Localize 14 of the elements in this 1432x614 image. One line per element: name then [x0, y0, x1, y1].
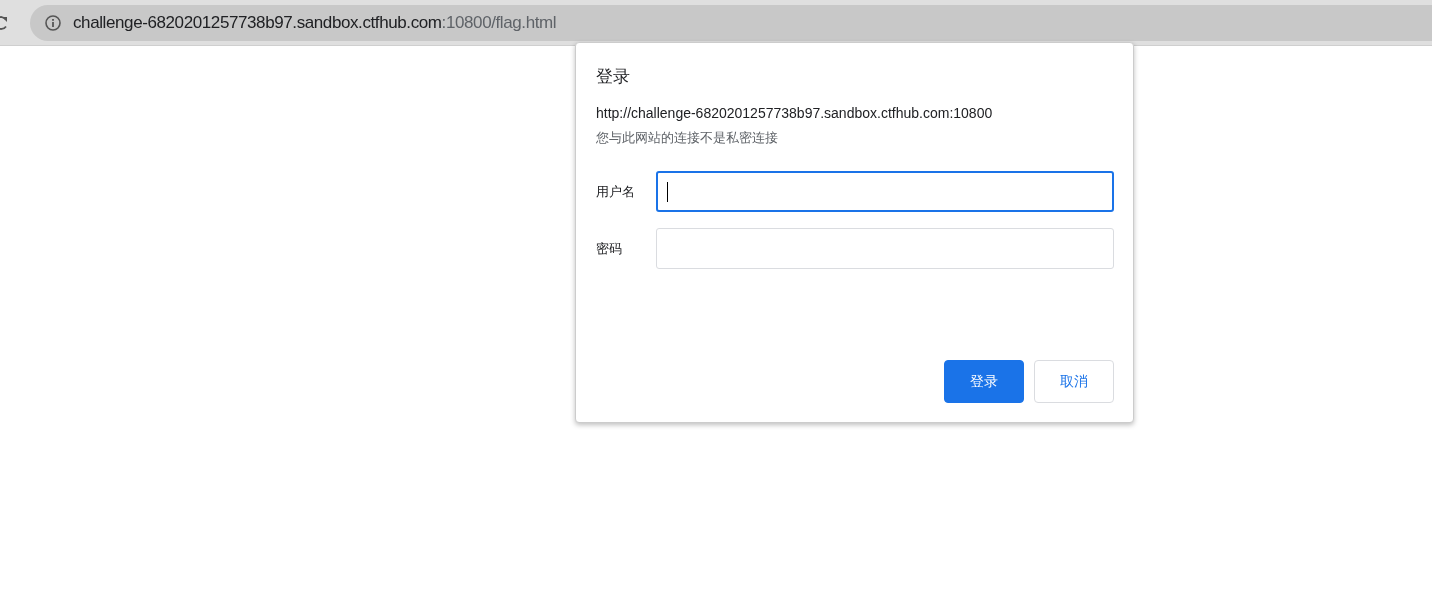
field-label: 用户名: [596, 182, 636, 201]
text-cursor: [667, 181, 668, 202]
url-path: :10800/flag.html: [441, 12, 557, 32]
address-bar[interactable]: challenge-6820201257738b97.sandbox.ctfhub.com:10800/flag.html: [30, 4, 1432, 41]
connection-warning: 您与此网站的连接不是私密连接: [596, 129, 779, 147]
dialog-title: 登录: [596, 65, 631, 88]
cancel-button[interactable]: 取消: [1034, 360, 1114, 403]
url-host: challenge-6820201257738b97.sandbox.ctfhub.com: [73, 12, 442, 32]
input-field[interactable]: [656, 171, 1114, 212]
login-button[interactable]: 登录: [944, 360, 1024, 403]
info-icon[interactable]: [44, 13, 62, 32]
reload-icon[interactable]: [0, 14, 8, 31]
site-origin: http://challenge-6820201257738b97.sandbox.ctfhub.com:10800: [596, 105, 994, 121]
field-label: 密码: [596, 239, 623, 258]
